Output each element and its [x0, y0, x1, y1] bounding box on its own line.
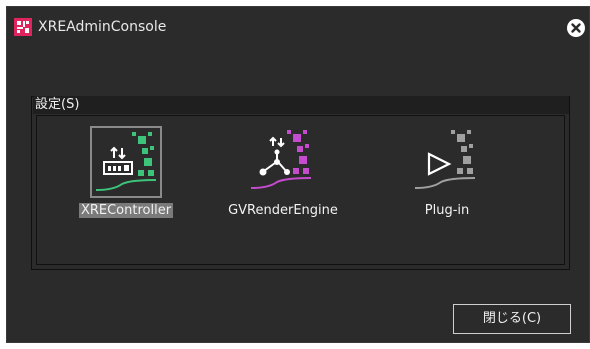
tile-label: XREController: [78, 203, 174, 218]
controller-icon: [95, 132, 157, 191]
tile-label: Plug-in: [424, 203, 470, 218]
gv-render-engine-icon-frame: [247, 126, 319, 198]
play-icon: [414, 130, 476, 189]
tile-label: GVRenderEngine: [228, 203, 338, 218]
settings-group-content: XREController GVRenderEngine Plug-in: [36, 115, 565, 265]
settings-group-label: 設定(S): [33, 96, 569, 114]
app-logo-icon: [14, 18, 32, 36]
tile-gv-render-engine[interactable]: GVRenderEngine: [223, 126, 343, 236]
xre-controller-icon-frame: [90, 126, 162, 198]
close-icon: [571, 23, 581, 33]
render-engine-icon: [250, 130, 312, 189]
close-button[interactable]: 閉じる(C): [453, 304, 571, 334]
admin-console-window: XREAdminConsole 設定(S) XREController GVRe…: [6, 6, 590, 343]
settings-group: 設定(S) XREController GVRenderEngine Plug-…: [31, 96, 570, 270]
tile-xre-controller[interactable]: XREController: [66, 126, 186, 236]
window-title: XREAdminConsole: [38, 19, 167, 35]
title-bar: XREAdminConsole: [7, 7, 589, 47]
plug-in-icon-frame: [411, 126, 483, 198]
tile-plug-in[interactable]: Plug-in: [387, 126, 507, 236]
window-close-button[interactable]: [567, 19, 585, 37]
